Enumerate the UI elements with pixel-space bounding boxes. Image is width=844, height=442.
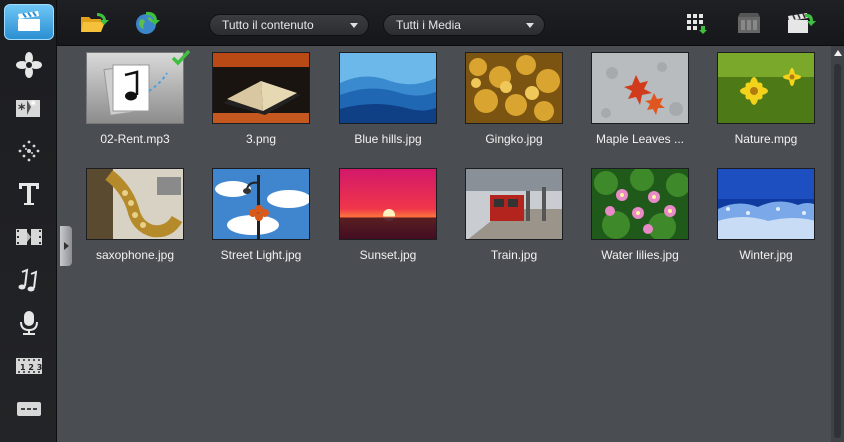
content-filter-dropdown[interactable]: Tutto il contenuto <box>209 14 369 36</box>
media-label: Maple Leaves ... <box>595 132 685 146</box>
sidebar-item-title[interactable] <box>4 176 54 212</box>
media-tile[interactable]: 3.png <box>206 52 316 152</box>
svg-text:*: * <box>30 98 37 112</box>
thumbnail <box>591 52 689 124</box>
vertical-scrollbar[interactable] <box>831 46 844 442</box>
media-label: Gingko.jpg <box>485 132 543 146</box>
water-lilies-image <box>592 169 688 239</box>
media-tile[interactable]: Train.jpg <box>459 168 569 268</box>
thumbnail <box>86 168 184 240</box>
title-t-icon <box>19 183 39 205</box>
sidebar-item-chapters[interactable]: 1 2 3 <box>4 348 54 384</box>
audio-file-icon <box>87 53 183 123</box>
media-label: Train.jpg <box>490 248 538 262</box>
music-note-icon <box>18 268 38 292</box>
media-tile[interactable]: 02-Rent.mp3 <box>80 50 190 152</box>
collapse-panel-handle[interactable] <box>60 226 72 266</box>
chevron-right-icon <box>63 242 69 250</box>
thumbnail <box>212 168 310 240</box>
thumbnail <box>591 168 689 240</box>
subtitle-icon <box>17 402 41 416</box>
sparkle-icon <box>18 140 40 162</box>
thumbnail <box>465 168 563 240</box>
thumbnail <box>465 52 563 124</box>
export-clapper-icon <box>788 13 816 33</box>
film-strip-icon <box>16 229 42 245</box>
media-tile[interactable]: Maple Leaves ... <box>585 52 695 152</box>
train-image <box>466 169 562 239</box>
sidebar-item-transitions[interactable] <box>4 47 54 83</box>
media-tile[interactable]: Blue hills.jpg <box>333 52 443 152</box>
media-filter-value: Tutti i Media <box>396 18 461 32</box>
grid-view-icon <box>687 14 707 34</box>
import-globe-icon <box>136 11 160 34</box>
open-folder-button[interactable] <box>79 9 111 37</box>
media-label: saxophone.jpg <box>95 248 175 262</box>
book-image <box>213 53 309 123</box>
sidebar-item-subtitles[interactable] <box>4 391 54 427</box>
media-tile[interactable]: Street Light.jpg <box>206 168 316 268</box>
maple-leaves-image <box>592 53 688 123</box>
scroll-up-arrow-icon[interactable] <box>834 50 842 56</box>
thumbnail <box>339 52 437 124</box>
media-tile[interactable]: saxophone.jpg <box>80 168 190 268</box>
storyboard-button[interactable] <box>733 9 765 37</box>
thumbnail <box>717 52 815 124</box>
sidebar-item-music[interactable] <box>4 262 54 298</box>
media-tile[interactable]: Sunset.jpg <box>333 168 443 268</box>
media-label: Street Light.jpg <box>220 248 302 262</box>
blue-hills-image <box>340 53 436 123</box>
nature-video-image <box>718 53 814 123</box>
saxophone-image <box>87 169 183 239</box>
media-label: Water lilies.jpg <box>601 248 679 262</box>
media-library-grid: 02-Rent.mp3 3.png Blue hills.jpg Gingko.… <box>57 46 831 442</box>
fx-icon: * * <box>16 98 40 118</box>
gingko-image <box>466 53 562 123</box>
media-tile[interactable]: Water lilies.jpg <box>585 168 695 268</box>
checkmark-icon <box>172 50 190 66</box>
media-label: Winter.jpg <box>739 248 793 262</box>
media-tile[interactable]: Nature.mpg <box>711 52 821 152</box>
thumbnail <box>717 168 815 240</box>
sidebar-item-voice[interactable] <box>4 305 54 341</box>
sidebar-item-graphics[interactable] <box>4 133 54 169</box>
scroll-track[interactable] <box>834 64 841 438</box>
transition-icon <box>16 52 42 78</box>
media-filter-dropdown[interactable]: Tutti i Media <box>383 14 545 36</box>
svg-text:*: * <box>18 102 26 118</box>
export-button[interactable] <box>785 9 817 37</box>
category-sidebar: * * 1 2 3 <box>0 0 57 442</box>
numbered-strip-icon: 1 2 3 <box>16 358 42 374</box>
sidebar-item-media-library[interactable] <box>4 4 54 40</box>
media-label: 3.png <box>245 132 277 146</box>
clapperboard-icon <box>18 11 40 31</box>
folder-open-icon <box>81 13 109 32</box>
media-label: 02-Rent.mp3 <box>100 132 170 146</box>
thumbnail <box>339 168 437 240</box>
media-label: Sunset.jpg <box>359 248 417 262</box>
sidebar-item-instant-project[interactable] <box>4 219 54 255</box>
media-tile[interactable]: Winter.jpg <box>711 168 821 268</box>
content-filter-value: Tutto il contenuto <box>222 18 314 32</box>
sidebar-item-effects[interactable]: * * <box>4 90 54 126</box>
media-label: Blue hills.jpg <box>354 132 422 146</box>
thumbnail <box>212 52 310 124</box>
winter-image <box>718 169 814 239</box>
microphone-icon <box>20 311 38 335</box>
sunset-image <box>340 169 436 239</box>
street-light-image <box>213 169 309 239</box>
svg-text:1 2 3: 1 2 3 <box>20 363 42 372</box>
view-options-button[interactable] <box>681 9 713 37</box>
chevron-down-icon <box>350 23 358 28</box>
chevron-down-icon <box>526 23 534 28</box>
media-label: Nature.mpg <box>734 132 798 146</box>
media-tile[interactable]: Gingko.jpg <box>459 52 569 152</box>
storyboard-icon <box>738 13 760 33</box>
import-button[interactable] <box>131 9 163 37</box>
library-toolbar: Tutto il contenuto Tutti i Media <box>57 0 844 46</box>
thumbnail <box>86 52 184 124</box>
